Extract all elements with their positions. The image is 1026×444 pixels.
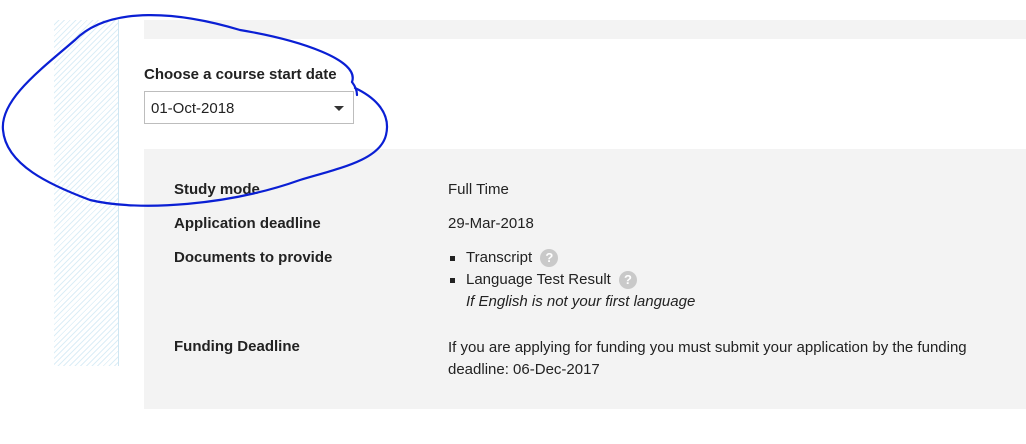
application-deadline-value: 29-Mar-2018 bbox=[448, 215, 534, 232]
application-deadline-label: Application deadline bbox=[174, 215, 321, 232]
bullet-icon bbox=[450, 278, 455, 283]
documents-list: Transcript ? Language Test Result ? If E… bbox=[448, 247, 695, 313]
document-name: Transcript bbox=[466, 249, 533, 266]
funding-deadline-text: If you are applying for funding you must… bbox=[448, 337, 1026, 381]
list-item: Language Test Result ? bbox=[448, 269, 695, 291]
top-panel-bar bbox=[144, 20, 1026, 39]
start-date-label: Choose a course start date bbox=[144, 66, 337, 83]
decorative-side-stripe bbox=[54, 20, 119, 366]
list-item: Transcript ? bbox=[448, 247, 695, 269]
documents-label: Documents to provide bbox=[174, 249, 333, 266]
bullet-icon bbox=[450, 256, 455, 261]
study-mode-value: Full Time bbox=[448, 181, 509, 198]
start-date-value: 01-Oct-2018 bbox=[151, 100, 235, 117]
caret-down-icon bbox=[334, 106, 344, 111]
document-name: Language Test Result bbox=[466, 271, 611, 288]
funding-deadline-label: Funding Deadline bbox=[174, 338, 300, 355]
start-date-select[interactable]: 01-Oct-2018 bbox=[144, 91, 354, 124]
study-mode-label: Study mode bbox=[174, 181, 260, 198]
help-icon[interactable]: ? bbox=[619, 271, 638, 290]
funding-text-line: deadline: 06-Dec-2017 bbox=[448, 361, 600, 378]
funding-text-line: If you are applying for funding you must… bbox=[448, 339, 967, 356]
course-details-panel: Study mode Full Time Application deadlin… bbox=[144, 149, 1026, 409]
document-note: If English is not your first language bbox=[466, 293, 696, 310]
help-icon[interactable]: ? bbox=[540, 249, 559, 268]
